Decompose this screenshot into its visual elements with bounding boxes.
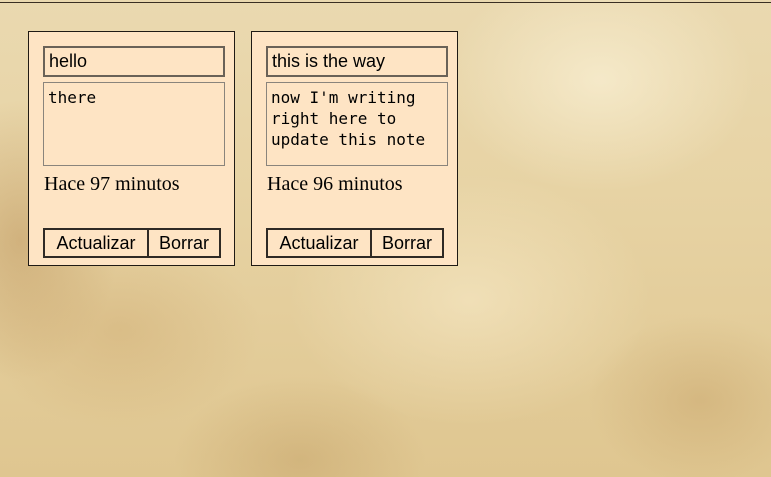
note-body-textarea[interactable]: there [43, 82, 225, 166]
page-top-border [0, 2, 771, 3]
note-timestamp: Hace 96 minutos [267, 173, 403, 195]
note-title-input[interactable] [43, 46, 225, 77]
update-button[interactable]: Actualizar [43, 228, 149, 258]
delete-button[interactable]: Borrar [370, 228, 444, 258]
note-timestamp: Hace 97 minutos [44, 173, 180, 195]
delete-button[interactable]: Borrar [147, 228, 221, 258]
note-card: there Hace 97 minutos Actualizar Borrar [28, 31, 235, 266]
note-title-input[interactable] [266, 46, 448, 77]
note-body-textarea[interactable]: now I'm writing right here to update thi… [266, 82, 448, 166]
note-card: now I'm writing right here to update thi… [251, 31, 458, 266]
update-button[interactable]: Actualizar [266, 228, 372, 258]
